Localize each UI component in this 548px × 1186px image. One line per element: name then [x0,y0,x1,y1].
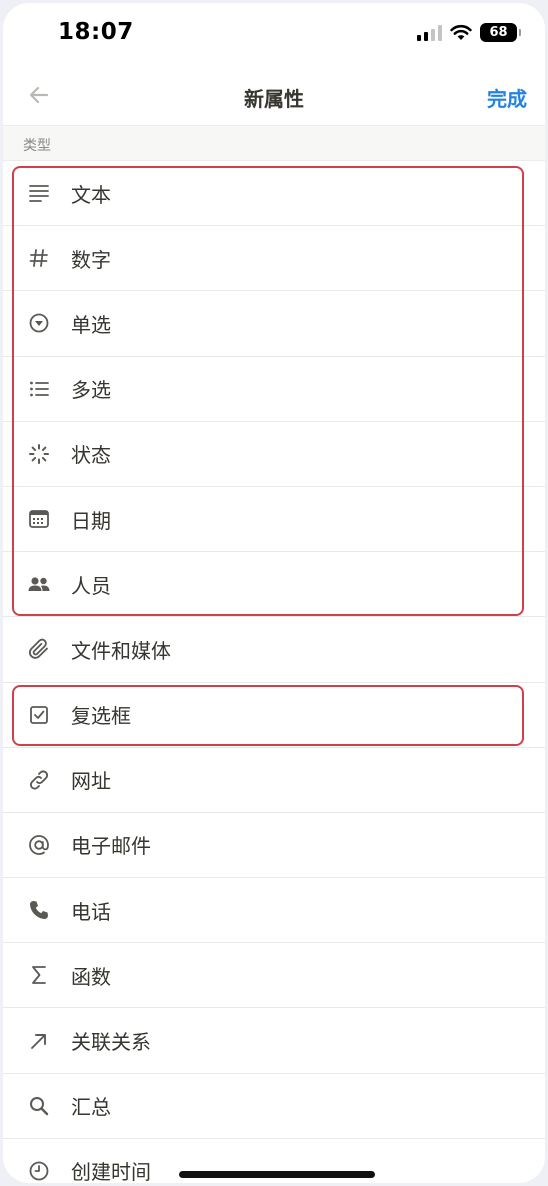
type-label: 文件和媒体 [71,638,171,663]
type-label: 电话 [71,899,111,924]
type-item-url[interactable]: 网址 [3,748,545,813]
link-icon [27,768,51,792]
bullet-list-icon [27,377,51,401]
type-list: 文本 数字 单选 多选 状态 日期 人员 文件和媒体 复选框 网址 电子邮件 电… [3,161,545,1183]
checkbox-icon [27,703,51,727]
type-label: 单选 [71,312,111,337]
type-item-status[interactable]: 状态 [3,422,545,487]
type-item-multi-select[interactable]: 多选 [3,357,545,422]
type-item-phone[interactable]: 电话 [3,878,545,944]
wifi-icon [450,24,472,40]
people-icon [27,572,51,596]
home-indicator [179,1171,375,1178]
cellular-signal-icon [417,24,442,41]
circle-chevron-down-icon [27,311,51,335]
type-item-number[interactable]: 数字 [3,226,545,292]
nav-bar: 新属性 完成 [3,65,545,125]
type-item-date[interactable]: 日期 [3,487,545,553]
type-label: 复选框 [71,704,131,729]
status-bar: 18:07 68 [3,3,545,65]
type-label: 关联关系 [71,1030,151,1055]
type-item-email[interactable]: 电子邮件 [3,813,545,879]
text-lines-icon [27,181,51,205]
type-label: 汇总 [71,1095,111,1120]
type-item-relation[interactable]: 关联关系 [3,1008,545,1074]
type-label: 数字 [71,247,111,272]
type-label: 创建时间 [71,1160,151,1183]
clock-icon [27,1159,51,1183]
status-icons: 68 [417,23,521,42]
type-label: 电子邮件 [71,834,151,859]
phone-screen: 18:07 68 新属性 完成 类型 文本 数字 单选 多选 状态 日期 人员 … [3,3,545,1183]
type-item-rollup[interactable]: 汇总 [3,1074,545,1139]
type-item-checkbox[interactable]: 复选框 [3,683,545,748]
type-label: 状态 [71,443,111,468]
type-label: 文本 [71,182,111,207]
sigma-icon [27,963,51,987]
paperclip-icon [27,637,51,661]
battery-icon: 68 [480,23,521,42]
type-item-formula[interactable]: 函数 [3,943,545,1009]
type-item-files-media[interactable]: 文件和媒体 [3,617,545,683]
type-label: 日期 [71,508,111,533]
type-label: 多选 [71,378,111,403]
calendar-icon [27,507,51,531]
type-item-text[interactable]: 文本 [3,161,545,227]
type-item-person[interactable]: 人员 [3,552,545,618]
type-label: 人员 [71,573,111,598]
done-button[interactable]: 完成 [487,83,527,112]
arrow-up-right-icon [27,1029,51,1053]
section-header: 类型 [3,125,545,161]
page-title: 新属性 [244,87,304,111]
at-sign-icon [27,833,51,857]
loading-spinner-icon [27,442,51,466]
battery-level: 68 [489,25,508,40]
status-time: 18:07 [58,19,134,45]
section-label: 类型 [23,138,51,154]
type-label: 函数 [71,964,111,989]
hash-icon [27,246,51,270]
search-icon [27,1094,51,1118]
type-item-select[interactable]: 单选 [3,291,545,357]
type-label: 网址 [71,769,111,794]
phone-icon [27,898,51,922]
